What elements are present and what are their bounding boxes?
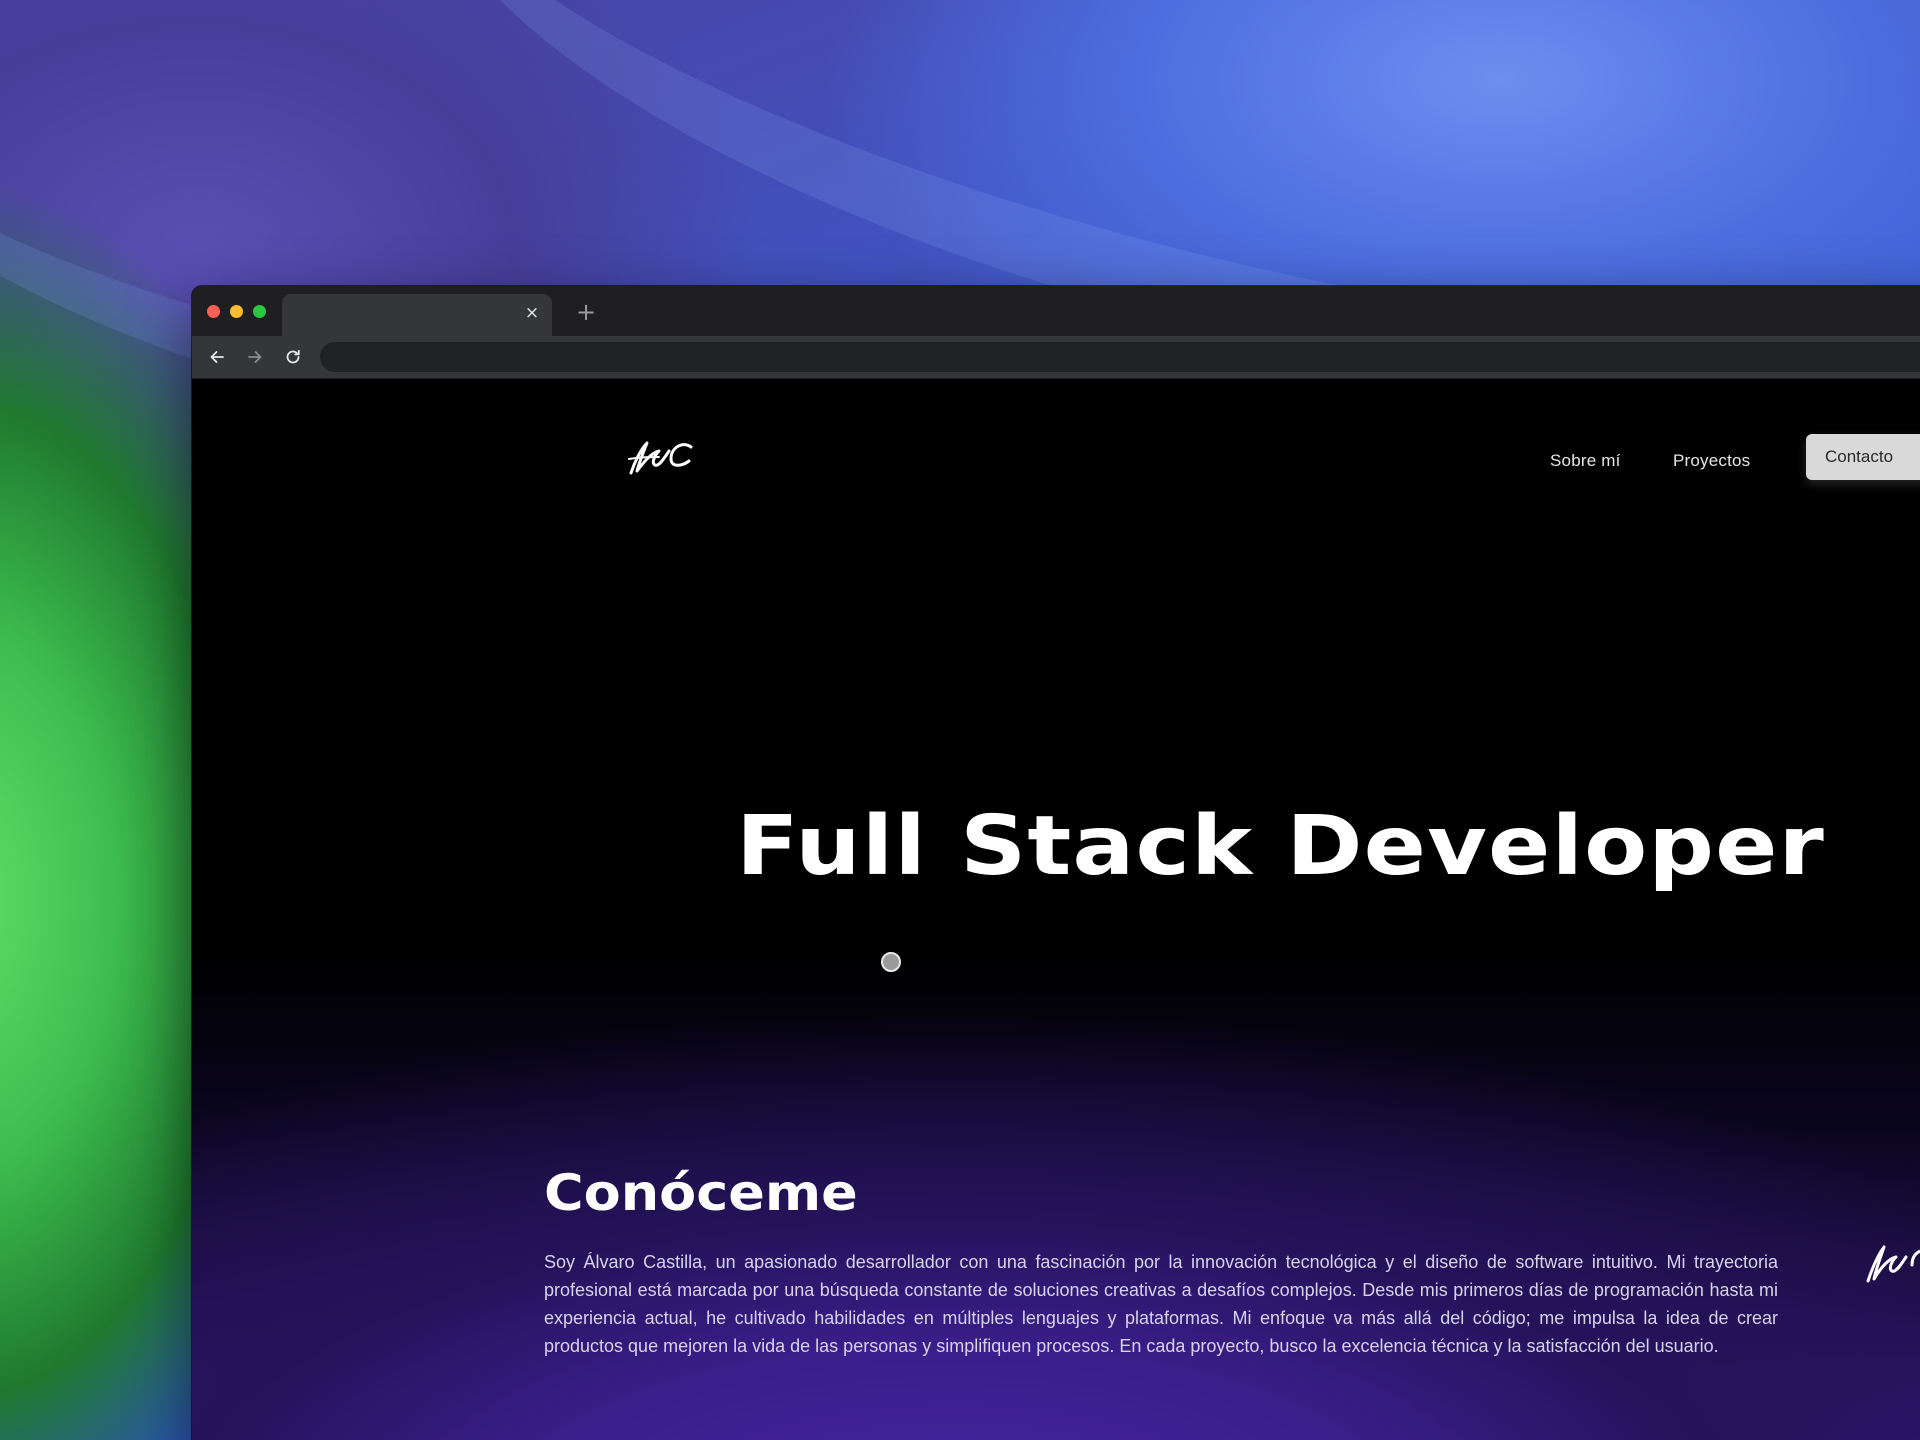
browser-titlebar: × +: [192, 286, 1920, 336]
reload-button[interactable]: [278, 342, 308, 372]
reload-icon: [286, 349, 300, 364]
about-text: Soy Álvaro Castilla, un apasionado desar…: [544, 1252, 1778, 1356]
signature-logo-icon[interactable]: [625, 435, 697, 479]
custom-cursor: [881, 952, 901, 972]
close-tab-icon[interactable]: ×: [522, 303, 542, 323]
arrow-left-icon: [210, 351, 224, 363]
browser-toolbar: [192, 336, 1920, 379]
close-window-button[interactable]: [207, 305, 220, 318]
signature-logo-icon: [1866, 1245, 1920, 1283]
forward-button[interactable]: [240, 342, 270, 372]
address-bar[interactable]: [320, 342, 1920, 372]
browser-tab[interactable]: ×: [282, 294, 552, 336]
nav-link-proyectos[interactable]: Proyectos: [1673, 451, 1750, 471]
desktop-wallpaper: × + Sobre mí Proyectos Contacto Full Sta…: [0, 0, 1920, 1440]
nav-link-sobre-mi[interactable]: Sobre mí: [1550, 451, 1621, 471]
about-title: Conóceme: [544, 1164, 858, 1222]
minimize-window-button[interactable]: [230, 305, 243, 318]
back-button[interactable]: [202, 342, 232, 372]
maximize-window-button[interactable]: [253, 305, 266, 318]
arrow-right-icon: [248, 351, 262, 363]
contact-button[interactable]: Contacto: [1806, 434, 1920, 480]
web-page: Sobre mí Proyectos Contacto Full Stack D…: [192, 379, 1920, 1440]
hero-title: Full Stack Developer: [736, 799, 1825, 894]
new-tab-button[interactable]: +: [572, 298, 600, 326]
browser-window: × + Sobre mí Proyectos Contacto Full Sta…: [192, 286, 1920, 1440]
